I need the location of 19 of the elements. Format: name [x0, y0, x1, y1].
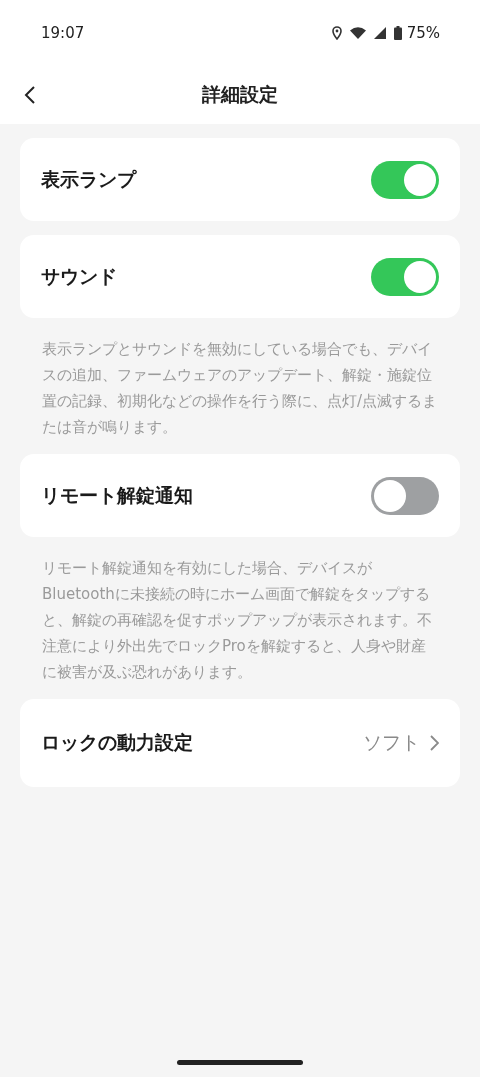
clock-time: 19:07: [41, 24, 85, 42]
setting-value: ソフト: [363, 730, 420, 755]
settings-row[interactable]: ロックの動力設定 ソフト: [20, 699, 460, 787]
description-text: リモート解錠通知を有効にした場合、デバイスがBluetoothに未接続の時にホーム画面で解錠をタップすると、解錠の再確認を促すポップアップが表示されます。不注意により外出先でロックProを解錠すると、人身や財産に被害が及ぶ恐れがあります。: [41, 558, 433, 683]
setting-label: リモート解錠通知: [41, 482, 194, 508]
wifi-icon: [349, 27, 366, 39]
setting-label: サウンド: [41, 263, 118, 289]
toggle-switch[interactable]: [371, 160, 439, 199]
description-text: 表示ランプとサウンドを無効にしている場合でも、デバイスの追加、ファームウェアのアップデート、解錠・施錠位置の記録、初期化などの操作を行う際に、点灯/点滅するまたは音が鳴ります。: [41, 339, 439, 438]
setting-label: 表示ランプ: [41, 166, 138, 192]
location-icon: [331, 26, 342, 40]
toggle-switch[interactable]: [371, 476, 439, 515]
toggle-switch[interactable]: [371, 257, 439, 296]
signal-icon: [373, 27, 386, 39]
chevron-right-icon: [430, 735, 439, 751]
battery-icon: [393, 26, 402, 40]
page-title: 詳細設定: [202, 82, 278, 107]
battery-level: 75%: [406, 24, 440, 42]
setting-label: ロックの動力設定: [41, 730, 194, 755]
